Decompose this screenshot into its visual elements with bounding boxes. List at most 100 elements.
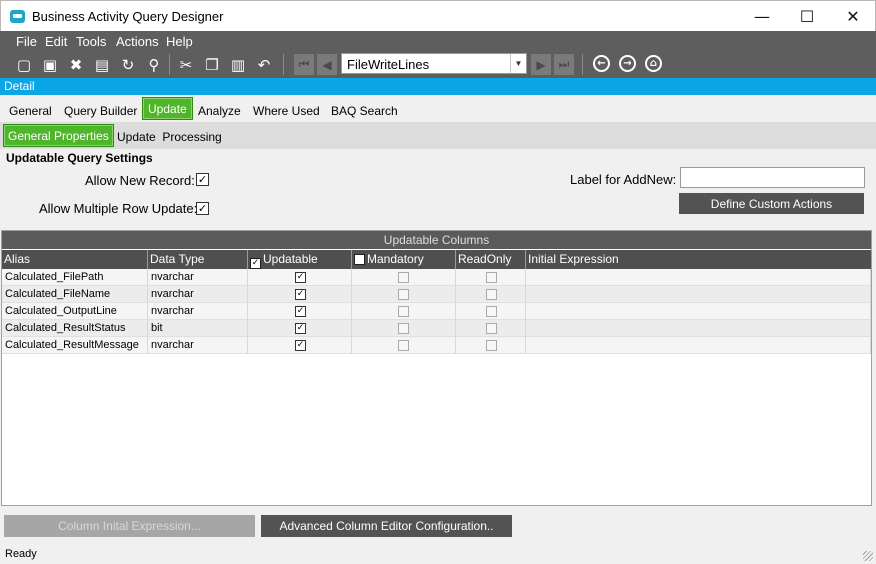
tab-analyze[interactable]: Analyze <box>198 104 241 118</box>
readonly-checkbox[interactable] <box>486 306 497 317</box>
table-row[interactable]: Calculated_ResultMessage nvarchar ✓ <box>2 337 871 354</box>
table-row[interactable]: Calculated_OutputLine nvarchar ✓ <box>2 303 871 320</box>
readonly-checkbox[interactable] <box>486 323 497 334</box>
cell-updatable[interactable]: ✓ <box>248 337 352 354</box>
clear-icon[interactable]: ▤ <box>92 55 112 75</box>
cell-alias[interactable]: Calculated_OutputLine <box>2 303 148 320</box>
cell-data-type[interactable]: bit <box>148 320 248 337</box>
maximize-button[interactable]: ☐ <box>784 1 830 32</box>
cell-readonly[interactable] <box>456 337 526 354</box>
mandatory-checkbox[interactable] <box>398 272 409 283</box>
previous-record-icon[interactable]: ◀ <box>317 54 337 75</box>
cell-mandatory[interactable] <box>352 303 456 320</box>
updatable-checkbox[interactable]: ✓ <box>295 272 306 283</box>
define-custom-actions-button[interactable]: Define Custom Actions <box>679 193 864 214</box>
refresh-icon[interactable]: ↻ <box>118 55 138 75</box>
label-for-addnew-input[interactable] <box>680 167 865 188</box>
mandatory-checkbox[interactable] <box>398 340 409 351</box>
cell-alias[interactable]: Calculated_FileName <box>2 286 148 303</box>
next-record-icon[interactable]: ▶ <box>531 54 551 75</box>
mandatory-checkbox[interactable] <box>398 306 409 317</box>
new-icon[interactable]: ▢ <box>14 55 34 75</box>
chevron-down-icon[interactable]: ▼ <box>510 54 526 73</box>
home-icon[interactable]: ⌂ <box>645 55 662 72</box>
readonly-checkbox[interactable] <box>486 340 497 351</box>
column-initial-expression-button[interactable]: Column Inital Expression... <box>4 515 255 537</box>
last-record-icon[interactable]: ⏭ <box>554 54 574 75</box>
readonly-checkbox[interactable] <box>486 272 497 283</box>
table-row[interactable]: Calculated_ResultStatus bit ✓ <box>2 320 871 337</box>
copy-icon[interactable]: ❐ <box>202 55 222 75</box>
cell-data-type[interactable]: nvarchar <box>148 286 248 303</box>
readonly-checkbox[interactable] <box>486 289 497 300</box>
cell-data-type[interactable]: nvarchar <box>148 269 248 286</box>
cell-mandatory[interactable] <box>352 320 456 337</box>
tab-update[interactable]: Update <box>142 97 193 120</box>
cell-updatable[interactable]: ✓ <box>248 269 352 286</box>
cell-readonly[interactable] <box>456 303 526 320</box>
broom-icon[interactable]: ⚲ <box>144 55 164 75</box>
allow-new-record-checkbox[interactable]: ✓ <box>196 173 209 186</box>
tab-general[interactable]: General <box>9 104 52 118</box>
column-header-updatable[interactable]: ✓ Updatable <box>248 250 352 269</box>
header-mandatory-checkbox[interactable] <box>354 254 365 265</box>
menu-tools[interactable]: Tools <box>76 34 106 49</box>
updatable-checkbox[interactable]: ✓ <box>295 323 306 334</box>
updatable-checkbox[interactable]: ✓ <box>295 289 306 300</box>
header-updatable-checkbox[interactable]: ✓ <box>250 258 261 269</box>
minimize-button[interactable]: — <box>739 1 785 32</box>
cell-updatable[interactable]: ✓ <box>248 320 352 337</box>
save-icon[interactable]: ▣ <box>40 55 60 75</box>
updatable-checkbox[interactable]: ✓ <box>295 306 306 317</box>
menu-edit[interactable]: Edit <box>45 34 67 49</box>
cell-initial-expression[interactable] <box>526 320 871 337</box>
paste-icon[interactable]: ▥ <box>228 55 248 75</box>
menu-help[interactable]: Help <box>166 34 193 49</box>
cell-data-type[interactable]: nvarchar <box>148 337 248 354</box>
menu-file[interactable]: File <box>16 34 37 49</box>
updatable-checkbox[interactable]: ✓ <box>295 340 306 351</box>
column-header-data-type[interactable]: Data Type <box>148 250 248 269</box>
column-header-readonly[interactable]: ReadOnly <box>456 250 526 269</box>
cell-alias[interactable]: Calculated_FilePath <box>2 269 148 286</box>
cell-mandatory[interactable] <box>352 269 456 286</box>
cell-readonly[interactable] <box>456 269 526 286</box>
tab-where-used[interactable]: Where Used <box>253 104 320 118</box>
back-icon[interactable]: ← <box>593 55 610 72</box>
cut-icon[interactable]: ✂ <box>176 55 196 75</box>
cell-initial-expression[interactable] <box>526 269 871 286</box>
table-row[interactable]: Calculated_FileName nvarchar ✓ <box>2 286 871 303</box>
advanced-column-editor-button[interactable]: Advanced Column Editor Configuration.. <box>261 515 512 537</box>
cell-updatable[interactable]: ✓ <box>248 286 352 303</box>
cell-initial-expression[interactable] <box>526 337 871 354</box>
cell-initial-expression[interactable] <box>526 303 871 320</box>
tab-update-processing[interactable]: Update Processing <box>117 130 222 144</box>
tab-general-properties[interactable]: General Properties <box>3 124 114 147</box>
forward-icon[interactable]: → <box>619 55 636 72</box>
menu-actions[interactable]: Actions <box>116 34 159 49</box>
first-record-icon[interactable]: ⏮ <box>294 54 314 75</box>
tab-baq-search[interactable]: BAQ Search <box>331 104 398 118</box>
cell-alias[interactable]: Calculated_ResultMessage <box>2 337 148 354</box>
column-header-initial-expression[interactable]: Initial Expression <box>526 250 871 269</box>
undo-icon[interactable]: ↶ <box>254 55 274 75</box>
column-header-alias[interactable]: Alias <box>2 250 148 269</box>
cell-readonly[interactable] <box>456 286 526 303</box>
cell-alias[interactable]: Calculated_ResultStatus <box>2 320 148 337</box>
resize-grip-icon[interactable] <box>863 551 873 561</box>
cell-mandatory[interactable] <box>352 337 456 354</box>
mandatory-checkbox[interactable] <box>398 289 409 300</box>
cell-data-type[interactable]: nvarchar <box>148 303 248 320</box>
cell-readonly[interactable] <box>456 320 526 337</box>
close-button[interactable]: ✕ <box>830 1 876 32</box>
column-header-mandatory[interactable]: Mandatory <box>352 250 456 269</box>
cell-updatable[interactable]: ✓ <box>248 303 352 320</box>
cell-mandatory[interactable] <box>352 286 456 303</box>
allow-multiple-row-update-checkbox[interactable]: ✓ <box>196 202 209 215</box>
cell-initial-expression[interactable] <box>526 286 871 303</box>
table-row[interactable]: Calculated_FilePath nvarchar ✓ <box>2 269 871 286</box>
record-selector-combo[interactable]: FileWriteLines ▼ <box>341 53 527 74</box>
tab-query-builder[interactable]: Query Builder <box>64 104 137 118</box>
mandatory-checkbox[interactable] <box>398 323 409 334</box>
delete-icon[interactable]: ✖ <box>66 55 86 75</box>
